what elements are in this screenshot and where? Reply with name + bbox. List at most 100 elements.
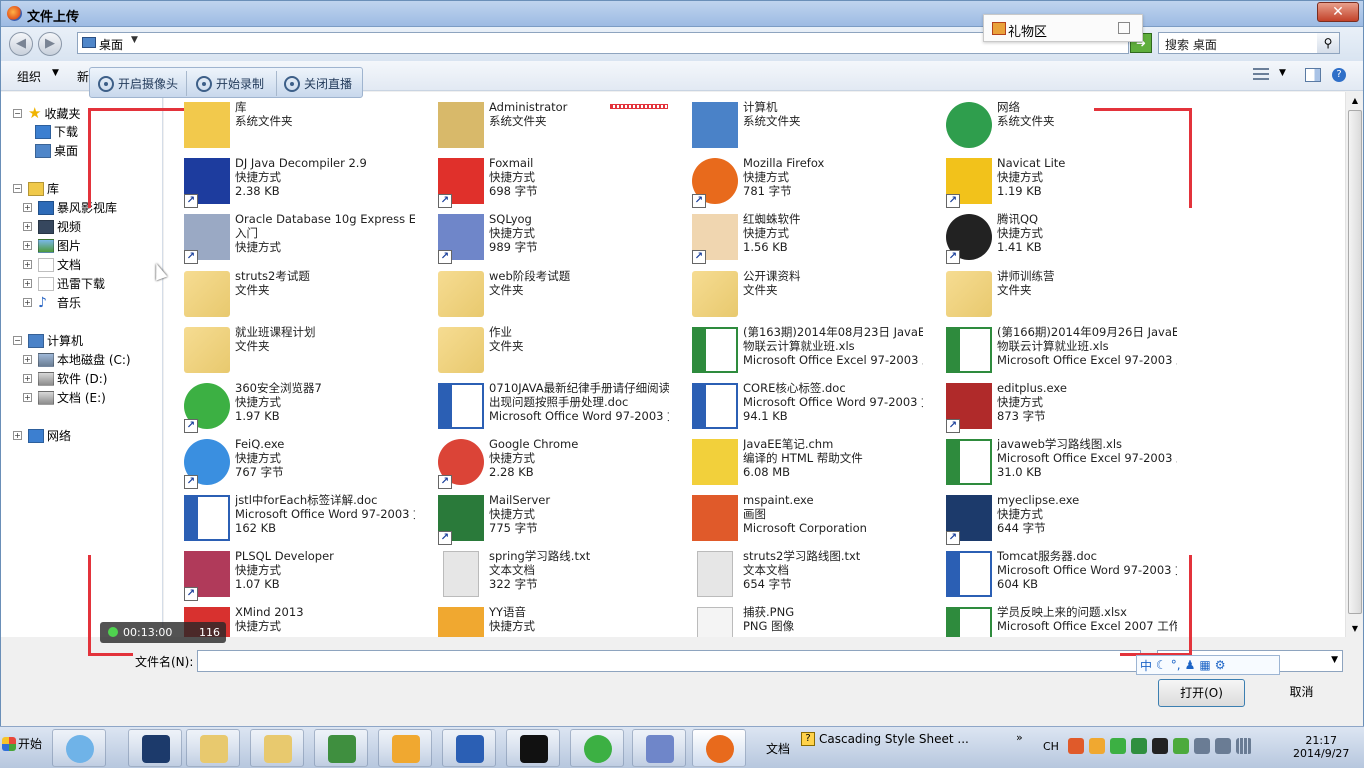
file-item[interactable]: 作业 文件夹: [418, 323, 668, 379]
network-signal-icon[interactable]: [1236, 738, 1252, 754]
file-item[interactable]: javaweb学习路线图.xls Microsoft Office Excel 9…: [926, 435, 1177, 491]
collapse-icon[interactable]: −: [13, 108, 22, 118]
volume-icon[interactable]: [1215, 738, 1231, 754]
taskbar-app-button[interactable]: [378, 729, 432, 767]
new-folder-button[interactable]: 新: [77, 68, 89, 85]
start-button[interactable]: 开始: [2, 735, 42, 752]
file-item[interactable]: ↗YY语音快捷方式: [418, 603, 668, 637]
usb-icon[interactable]: [1194, 738, 1210, 754]
file-item[interactable]: Tomcat服务器.doc Microsoft Office Word 97-20…: [926, 547, 1177, 603]
tree-network[interactable]: + 网络: [13, 427, 71, 444]
ime-toolbar[interactable]: 中 ☾ °, ♟ ▦ ⚙: [1136, 655, 1280, 675]
file-item[interactable]: web阶段考试题 文件夹: [418, 267, 668, 323]
expand-icon[interactable]: +: [23, 279, 32, 288]
tree-desktop[interactable]: 桌面: [35, 142, 78, 159]
collapse-icon[interactable]: −: [13, 184, 22, 193]
search-icon[interactable]: ⚲: [1317, 33, 1339, 53]
scroll-up-arrow[interactable]: ▲: [1347, 92, 1363, 109]
file-item[interactable]: 就业班课程计划 文件夹: [164, 323, 414, 379]
file-item[interactable]: ↗ MailServer 快捷方式 775 字节: [418, 491, 668, 547]
file-item[interactable]: 0710JAVA最新纪律手册请仔细阅读 出现问题按照手册处理.doc Microso…: [418, 379, 669, 435]
file-item[interactable]: struts2考试题 文件夹: [164, 267, 414, 323]
file-item[interactable]: ↗ myeclipse.exe 快捷方式 644 字节: [926, 491, 1176, 547]
back-button[interactable]: ◀: [9, 32, 33, 56]
settings-icon[interactable]: ⚙: [1215, 658, 1226, 672]
chevron-down-icon[interactable]: ▼: [52, 68, 59, 78]
expand-icon[interactable]: +: [23, 241, 32, 250]
file-item[interactable]: ↗ Mozilla Firefox 快捷方式 781 字节: [672, 154, 922, 210]
open-camera-button[interactable]: 开启摄像头: [98, 75, 178, 92]
expand-icon[interactable]: +: [13, 431, 22, 440]
documents-toolbar-label[interactable]: 文档: [766, 740, 790, 757]
taskbar-app-button[interactable]: [632, 729, 686, 767]
file-item[interactable]: 学员反映上来的问题.xlsx Microsoft Office Excel 200…: [926, 603, 1177, 637]
taskbar-app-button[interactable]: [250, 729, 304, 767]
file-item[interactable]: ↗ 红蜘蛛软件 快捷方式 1.56 KB: [672, 210, 922, 266]
taskbar-app-button[interactable]: [52, 729, 106, 767]
ime-mode[interactable]: 中: [1140, 657, 1152, 674]
view-options-icon[interactable]: [1253, 68, 1269, 82]
yy-icon[interactable]: [1089, 738, 1105, 754]
language-indicator[interactable]: CH: [1043, 740, 1059, 753]
chevron-down-icon[interactable]: ▼: [131, 35, 138, 45]
capture-frame-handle[interactable]: [610, 104, 668, 109]
file-item[interactable]: ↗ SQLyog 快捷方式 989 字节: [418, 210, 668, 266]
file-item[interactable]: ↗ PLSQL Developer 快捷方式 1.07 KB: [164, 547, 414, 603]
taskbar-app-button[interactable]: [692, 729, 746, 767]
file-item[interactable]: mspaint.exe 画图 Microsoft Corporation: [672, 491, 922, 547]
close-button[interactable]: ✕: [1317, 2, 1359, 22]
stop-live-button[interactable]: 关闭直播: [284, 75, 352, 92]
clock[interactable]: 21:17 2014/9/27: [1293, 734, 1349, 760]
file-item[interactable]: ↗ 360安全浏览器7 快捷方式 1.97 KB: [164, 379, 414, 435]
taskbar-app-button[interactable]: [570, 729, 624, 767]
scroll-down-arrow[interactable]: ▼: [1347, 620, 1363, 637]
user-icon[interactable]: ♟: [1185, 658, 1196, 672]
shield-icon[interactable]: [1131, 738, 1147, 754]
start-recording-button[interactable]: 开始录制: [196, 75, 264, 92]
moon-icon[interactable]: ☾: [1156, 658, 1167, 672]
tree-lib-music[interactable]: + ♪ 音乐: [23, 294, 81, 311]
tree-favorites[interactable]: − ★ 收藏夹: [13, 104, 80, 122]
tree-computer[interactable]: − 计算机: [13, 332, 83, 349]
more-chevron[interactable]: »: [1016, 731, 1023, 744]
expand-icon[interactable]: +: [23, 222, 32, 231]
file-item[interactable]: ↗ Google Chrome 快捷方式 2.28 KB: [418, 435, 668, 491]
file-item[interactable]: 库系统文件夹: [164, 98, 414, 154]
file-item[interactable]: ↗ Foxmail 快捷方式 698 字节: [418, 154, 668, 210]
taskbar-app-button[interactable]: [128, 729, 182, 767]
file-item[interactable]: JavaEE笔记.chm 编译的 HTML 帮助文件 6.08 MB: [672, 435, 922, 491]
file-item[interactable]: ↗ DJ Java Decompiler 2.9 快捷方式 2.38 KB: [164, 154, 414, 210]
chevron-down-icon[interactable]: ▼: [1331, 655, 1338, 665]
search-input[interactable]: 搜索 桌面 ⚲: [1158, 32, 1340, 54]
update-icon[interactable]: [1173, 738, 1189, 754]
qq-penguin-icon[interactable]: [1152, 738, 1168, 754]
forward-button[interactable]: ▶: [38, 32, 62, 56]
tree-lib-pictures[interactable]: + 图片: [23, 237, 81, 254]
file-item[interactable]: (第163期)2014年08月23日 JavaEE+ 物联云计算就业班.xls Mi…: [672, 323, 923, 379]
collapse-icon[interactable]: −: [13, 336, 22, 345]
help-icon[interactable]: ?: [1332, 68, 1346, 82]
tree-lib-baofeng[interactable]: + 暴风影视库: [23, 199, 117, 216]
taskbar-app-button[interactable]: [186, 729, 240, 767]
open-button[interactable]: 打开(O): [1158, 679, 1245, 707]
taskbar-app-button[interactable]: [506, 729, 560, 767]
file-item[interactable]: ↗ FeiQ.exe 快捷方式 767 字节: [164, 435, 414, 491]
organize-menu[interactable]: 组织: [17, 68, 41, 85]
gift-panel[interactable]: 礼物区: [983, 14, 1143, 42]
file-item[interactable]: spring学习路线.txt 文本文档 322 字节: [418, 547, 668, 603]
tree-drive-d[interactable]: + 软件 (D:): [23, 370, 107, 387]
expand-icon[interactable]: +: [23, 203, 32, 212]
tree-drive-e[interactable]: + 文档 (E:): [23, 389, 106, 406]
expand-icon[interactable]: +: [23, 260, 32, 269]
file-item[interactable]: 网络 系统文件夹: [926, 98, 1176, 154]
vertical-scrollbar[interactable]: ▲ ▼: [1345, 92, 1363, 637]
minimize-icon[interactable]: [1118, 22, 1130, 34]
tree-drive-c[interactable]: + 本地磁盘 (C:): [23, 351, 131, 368]
scroll-thumb[interactable]: [1348, 110, 1362, 614]
file-item[interactable]: CORE核心标签.doc Microsoft Office Word 97-200…: [672, 379, 923, 435]
taskbar-app-button[interactable]: [314, 729, 368, 767]
taskbar-task[interactable]: ? Cascading Style Sheet ...: [801, 732, 969, 746]
tree-lib-documents[interactable]: + 文档: [23, 256, 81, 273]
address-box[interactable]: 桌面 ▼: [77, 32, 1129, 54]
expand-icon[interactable]: +: [23, 355, 32, 364]
